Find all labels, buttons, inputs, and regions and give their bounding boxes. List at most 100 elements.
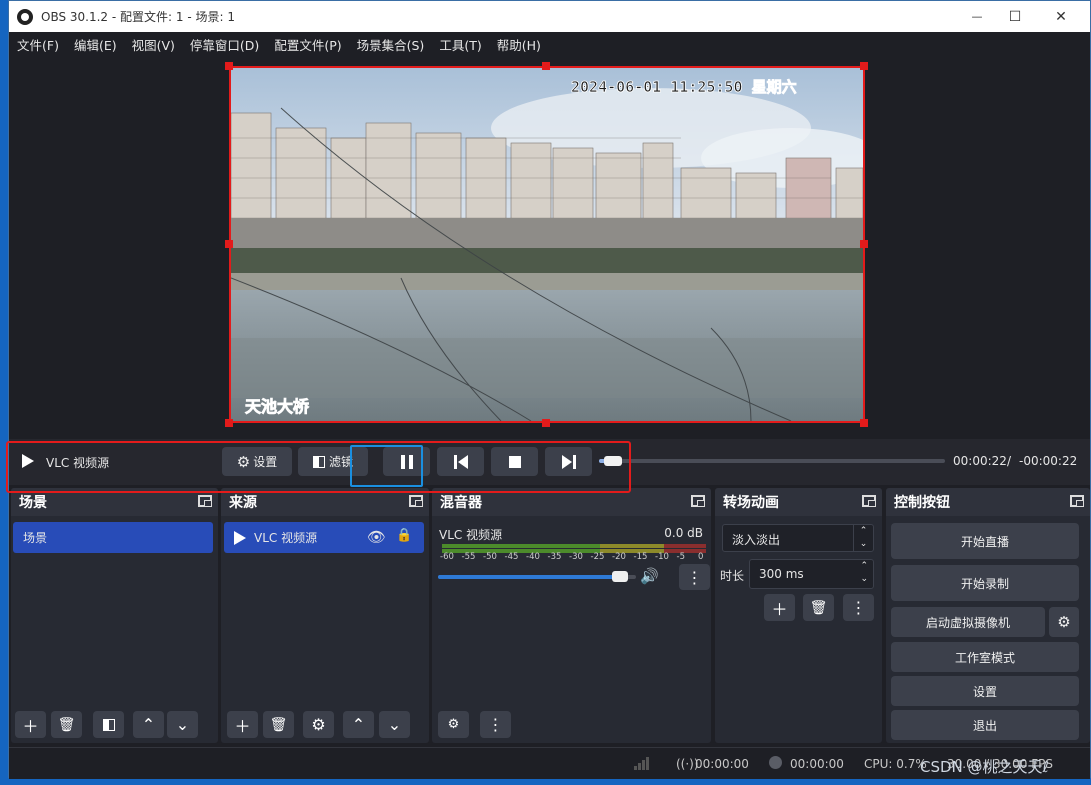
transitions-dock: 转场动画 淡入淡出 ⌃ ⌄ 时长 300 ms ⌃ ⌄ ＋ 🗑 ⋮ [715, 488, 882, 743]
meter-tick-label: -60 [440, 552, 454, 562]
start-recording-button[interactable]: 开始录制 [891, 565, 1079, 601]
float-dock-icon[interactable] [409, 495, 423, 507]
studio-mode-button[interactable]: 工作室模式 [891, 642, 1079, 672]
meter-tick-label: -20 [612, 552, 626, 562]
duration-spinbox[interactable]: 300 ms ⌃ ⌄ [749, 559, 874, 589]
exit-button[interactable]: 退出 [891, 710, 1079, 740]
caption-overlay: 天池大桥 [245, 397, 310, 416]
menu-tools[interactable]: 工具(T) [439, 35, 481, 54]
add-transition-button[interactable]: ＋ [764, 594, 795, 621]
remove-source-button[interactable]: 🗑 [263, 711, 294, 738]
plus-icon: ＋ [22, 716, 39, 736]
resize-handle[interactable] [860, 419, 868, 427]
mixer-menu-button[interactable]: ⋮ [480, 711, 511, 738]
close-icon: ✕ [1055, 8, 1067, 25]
move-source-down-button[interactable]: ⌄ [379, 711, 410, 738]
remove-scene-button[interactable]: 🗑 [51, 711, 82, 738]
spin-arrows-icon[interactable]: ⌃ ⌄ [860, 560, 868, 586]
mixer-dock: 混音器 VLC 视频源 0.0 dB -60 -55 -50 -45 -40 -35 -30… [432, 488, 711, 743]
resize-handle[interactable] [860, 240, 868, 248]
volume-slider[interactable] [438, 571, 636, 582]
start-streaming-label: 开始直播 [960, 534, 1009, 549]
media-time-separator: / [1007, 454, 1012, 468]
resize-handle[interactable] [542, 62, 550, 70]
signal-bars-icon [634, 756, 650, 773]
source-properties-button[interactable]: ⚙ [303, 711, 334, 738]
controls-dock-title: 控制按钮 [886, 488, 1090, 516]
transition-select-value: 淡入淡出 [732, 533, 781, 547]
media-progress-track[interactable] [599, 456, 945, 466]
exit-label: 退出 [972, 718, 997, 733]
volume-handle[interactable] [612, 571, 629, 582]
source-item-label: VLC 视频源 [254, 531, 318, 545]
cpu-usage: CPU: 0.7% [864, 757, 927, 771]
settings-button[interactable]: 设置 [891, 676, 1079, 706]
duration-value: 300 ms [759, 567, 804, 581]
watermark-text: CSDN @桃之夭夭ℓ [920, 758, 1049, 776]
mixer-advanced-settings-button[interactable]: ⚙ [438, 711, 469, 738]
speaker-icon[interactable]: 🔊 [640, 567, 659, 585]
float-dock-icon[interactable] [198, 495, 212, 507]
menu-file[interactable]: 文件(F) [17, 35, 59, 54]
preview-area[interactable]: 2024-06-01 11:25:50 星期六 天池大桥 [9, 56, 1090, 436]
window-title: OBS 30.1.2 - 配置文件: 1 - 场景: 1 [41, 10, 235, 24]
scenes-title: 场景 [19, 495, 47, 511]
plus-icon: ＋ [234, 716, 251, 736]
start-streaming-button[interactable]: 开始直播 [891, 523, 1079, 559]
meter-tick-label: -15 [633, 552, 648, 562]
virtual-camera-label: 启动虚拟摄像机 [925, 615, 1010, 630]
move-source-up-button[interactable]: ⌃ [343, 711, 374, 738]
transition-properties-button[interactable]: ⋮ [843, 594, 874, 621]
menu-help[interactable]: 帮助(H) [497, 35, 541, 54]
meter-tick-label: -25 [590, 552, 605, 562]
meter-scale: -60 -55 -50 -45 -40 -35 -30 -25 -20 -15 -10 -5 0 [440, 552, 706, 564]
transition-select[interactable]: 淡入淡出 ⌃ ⌄ [722, 524, 874, 552]
chevron-up-down-icon: ⌃ ⌄ [853, 525, 873, 551]
scene-filters-button[interactable] [93, 711, 124, 738]
move-scene-down-button[interactable]: ⌄ [167, 711, 198, 738]
resize-handle[interactable] [225, 240, 233, 248]
menu-docks[interactable]: 停靠窗口(D) [190, 35, 259, 54]
menu-scene-collection[interactable]: 场景集合(S) [357, 35, 425, 54]
preview-image: 2024-06-01 11:25:50 星期六 天池大桥 [231, 68, 863, 421]
menu-edit[interactable]: 编辑(E) [74, 35, 117, 54]
float-dock-icon[interactable] [862, 495, 876, 507]
meter-tick-label: 0 [698, 552, 704, 562]
remove-transition-button[interactable]: 🗑 [803, 594, 834, 621]
more-vertical-icon: ⋮ [850, 598, 867, 617]
stream-time: 00:00:00 [695, 757, 749, 771]
resize-handle[interactable] [542, 419, 550, 427]
eye-icon[interactable]: 👁 [367, 528, 386, 546]
title-bar: OBS 30.1.2 - 配置文件: 1 - 场景: 1 — ☐ ✕ [9, 1, 1090, 32]
add-scene-button[interactable]: ＋ [15, 711, 46, 738]
media-time-current: 00:00:22 [953, 454, 1007, 468]
maximize-button[interactable]: ☐ [992, 1, 1038, 32]
meter-tick-label: -30 [569, 552, 583, 562]
video-preview[interactable]: 2024-06-01 11:25:50 星期六 天池大桥 [229, 66, 865, 423]
resize-handle[interactable] [860, 62, 868, 70]
menu-view[interactable]: 视图(V) [132, 35, 175, 54]
scene-item[interactable]: 场景 [13, 522, 213, 553]
start-virtual-camera-button[interactable]: 启动虚拟摄像机 [891, 607, 1045, 637]
maximize-icon: ☐ [1008, 8, 1022, 25]
move-scene-up-button[interactable]: ⌃ [133, 711, 164, 738]
float-dock-icon[interactable] [1070, 495, 1084, 507]
chevron-up-icon: ⌃ [141, 715, 156, 734]
mixer-channel-menu-button[interactable]: ⋮ [679, 564, 710, 590]
annotation-highlight-red [6, 441, 631, 493]
gear-icon: ⚙ [311, 715, 326, 734]
resize-handle[interactable] [225, 419, 233, 427]
source-item[interactable]: VLC 视频源 👁 🔒 [224, 522, 424, 553]
add-source-button[interactable]: ＋ [227, 711, 258, 738]
lock-icon[interactable]: 🔒 [396, 528, 412, 543]
trash-icon: 🗑 [809, 599, 828, 616]
obs-window: OBS 30.1.2 - 配置文件: 1 - 场景: 1 — ☐ ✕ 文件(F)… [8, 0, 1091, 779]
close-button[interactable]: ✕ [1038, 1, 1084, 32]
chevron-down-icon: ⌄ [175, 715, 190, 734]
resize-handle[interactable] [225, 62, 233, 70]
scene-item-label: 场景 [23, 531, 48, 545]
virtual-camera-settings-button[interactable]: ⚙ [1049, 607, 1079, 637]
menu-profile[interactable]: 配置文件(P) [274, 35, 341, 54]
float-dock-icon[interactable] [691, 495, 705, 507]
scenes-dock: 场景 场景 ＋ 🗑 ⌃ ⌄ [11, 488, 218, 743]
